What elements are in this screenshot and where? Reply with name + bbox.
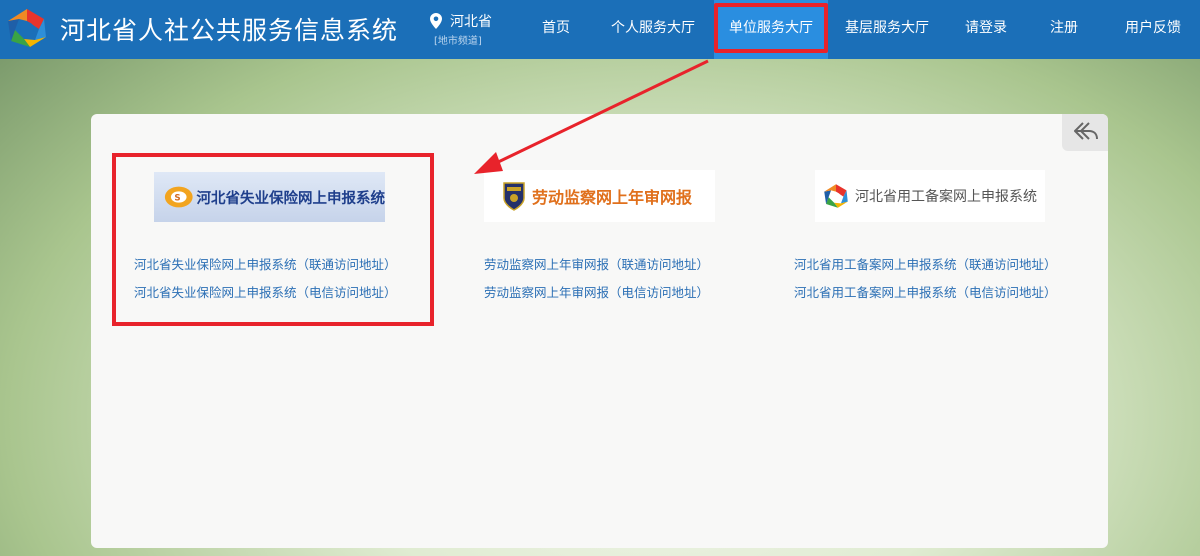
annotation-arrow-icon <box>474 59 709 174</box>
